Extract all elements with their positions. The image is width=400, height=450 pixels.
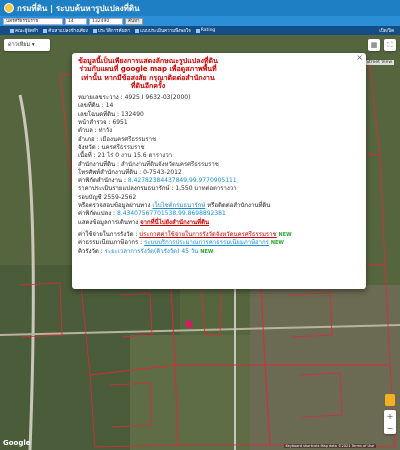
nav-item-history[interactable]: ประวัติการค้นหา bbox=[92, 27, 130, 34]
info-row: เลขโฉนดที่ดิน : 132490 bbox=[78, 110, 144, 118]
fee-row: ค่าใช้จ่ายในการรังวัด : ประกาศค่าใช้จ่าย… bbox=[78, 230, 292, 238]
zoom-out-button[interactable]: − bbox=[387, 424, 394, 433]
google-logo: Google bbox=[3, 439, 31, 447]
star-icon bbox=[195, 28, 200, 33]
history-icon bbox=[92, 28, 97, 33]
info-row: ตำบล : ท่าวัง bbox=[78, 127, 113, 135]
map-attribution: Keyboard shortcuts Map data ©2021 Terms … bbox=[283, 444, 376, 448]
nav-item-toggle[interactable]: เปิด/ปิด bbox=[379, 27, 394, 34]
new-badge: NEW bbox=[278, 231, 292, 238]
fee-link[interactable]: ประกาศค่าใช้จ่ายในการรังวัดจังหวัดนครศรี… bbox=[139, 231, 276, 238]
nav-item-nearby[interactable]: ค้นหาแปลงข้างเคียง bbox=[43, 27, 88, 34]
zoom-in-button[interactable]: + bbox=[387, 412, 394, 421]
app-header: กรมที่ดิน | ระบบค้นหารูปแปลงที่ดิน bbox=[0, 0, 400, 16]
info-row: หมายเลขระวาง : 4925 I 9632-03(2000) bbox=[78, 94, 191, 102]
parcel-coord-row: ค่าพิกัดแปลง : 8.43407567701538,99.86988… bbox=[78, 210, 226, 218]
fullscreen-button[interactable]: ⛶ bbox=[384, 39, 396, 51]
search-button[interactable]: ค้นหา bbox=[125, 17, 143, 25]
layers-button[interactable]: ▦ bbox=[368, 39, 380, 51]
info-icon bbox=[10, 28, 14, 33]
parcel-coord-link[interactable]: 8.43407567701538,99.8698892381 bbox=[117, 210, 226, 217]
survey-icon bbox=[135, 28, 140, 33]
tax-row: ค่าธรรมเนียมภาษีอากร : ระบบบริการประมาณก… bbox=[78, 239, 284, 247]
satellite-map[interactable]: ดาวเทียม ▾ ▦ ⛶ Toggle Street View × ข้อม… bbox=[0, 35, 400, 450]
close-icon[interactable]: × bbox=[356, 53, 363, 62]
directions-row: แสดงข้อมูลการเดินทาง จากที่นี่ไปยังสำนัก… bbox=[78, 218, 210, 226]
disclaimer-warning: ข้อมูลนี้เป็นเพียงการแสดงลักษณะรูปแปลงที… bbox=[78, 57, 218, 90]
app-title: กรมที่ดิน | ระบบค้นหารูปแปลงที่ดิน bbox=[17, 3, 140, 13]
parcel-info-popup: × ข้อมูลนี้เป็นเพียงการแสดงลักษณะรูปแปลง… bbox=[72, 53, 366, 289]
info-row: โทรศัพท์สำนักงานที่ดิน : 0-7543-2012 bbox=[78, 168, 182, 176]
map-type-select[interactable]: ดาวเทียม ▾ bbox=[4, 39, 50, 51]
nav-item-rating[interactable]: Rating bbox=[195, 28, 215, 33]
parcel-input[interactable]: 132490 bbox=[89, 17, 123, 25]
directions-link[interactable]: จากที่นี่ไปยังสำนักงานที่ดิน bbox=[140, 219, 209, 226]
search-bar: นครศรีธรรมราช 14 132490 ค้นหา bbox=[0, 16, 400, 26]
search-icon bbox=[43, 28, 48, 33]
queue-row: คิวรังวัด : ระยะเวลาการรังวัด(คิวรังวัด)… bbox=[78, 247, 214, 255]
province-select[interactable]: นครศรีธรรมราช bbox=[3, 17, 63, 25]
main-nav: คณะผู้จัดทำ ค้นหาแปลงข้างเคียง ประวัติกา… bbox=[0, 26, 400, 35]
treasury-link[interactable]: เว็บไซต์กรมธนารักษ์ bbox=[152, 202, 205, 209]
info-row: อำเภอ : เมืองนครศรีธรรมราช bbox=[78, 135, 157, 143]
nav-item-survey[interactable]: แบบประเมินความพึงพอใจ bbox=[135, 27, 191, 34]
zoom-control: + − bbox=[384, 410, 396, 434]
treasury-row: หรือตรวจสอบข้อมูลผ่านทาง เว็บไซต์กรมธนาร… bbox=[78, 202, 271, 210]
info-row: สำนักงานที่ดิน : สำนักงานที่ดินจังหวัดนค… bbox=[78, 160, 219, 168]
nav-item-team[interactable]: คณะผู้จัดทำ bbox=[10, 27, 38, 34]
price-row: ราคาประเมินรายแปลงกรมธนารักษ์ : 1,550 บา… bbox=[78, 185, 237, 193]
info-row: เลขที่ดิน : 14 bbox=[78, 102, 114, 110]
district-select[interactable]: 14 bbox=[65, 17, 87, 25]
dol-logo-icon bbox=[4, 3, 14, 13]
cycle-row: รอบบัญชี 2559-2562 bbox=[78, 193, 137, 201]
new-badge: NEW bbox=[200, 248, 214, 255]
info-row: หน้าสำรวจ : 6951 bbox=[78, 119, 128, 127]
pegman-icon[interactable] bbox=[385, 394, 395, 406]
office-coord-link[interactable]: 8.42782384437849,99.9770905111 bbox=[128, 177, 237, 184]
tax-link[interactable]: ระบบบริการประมาณการค่าธรรมเนียมภาษีอากร bbox=[144, 239, 269, 246]
info-row: เนื้อที่ : 21 ไร่ 0 งาน 15.6 ตารางวา bbox=[78, 152, 173, 160]
new-badge: NEW bbox=[270, 240, 284, 247]
